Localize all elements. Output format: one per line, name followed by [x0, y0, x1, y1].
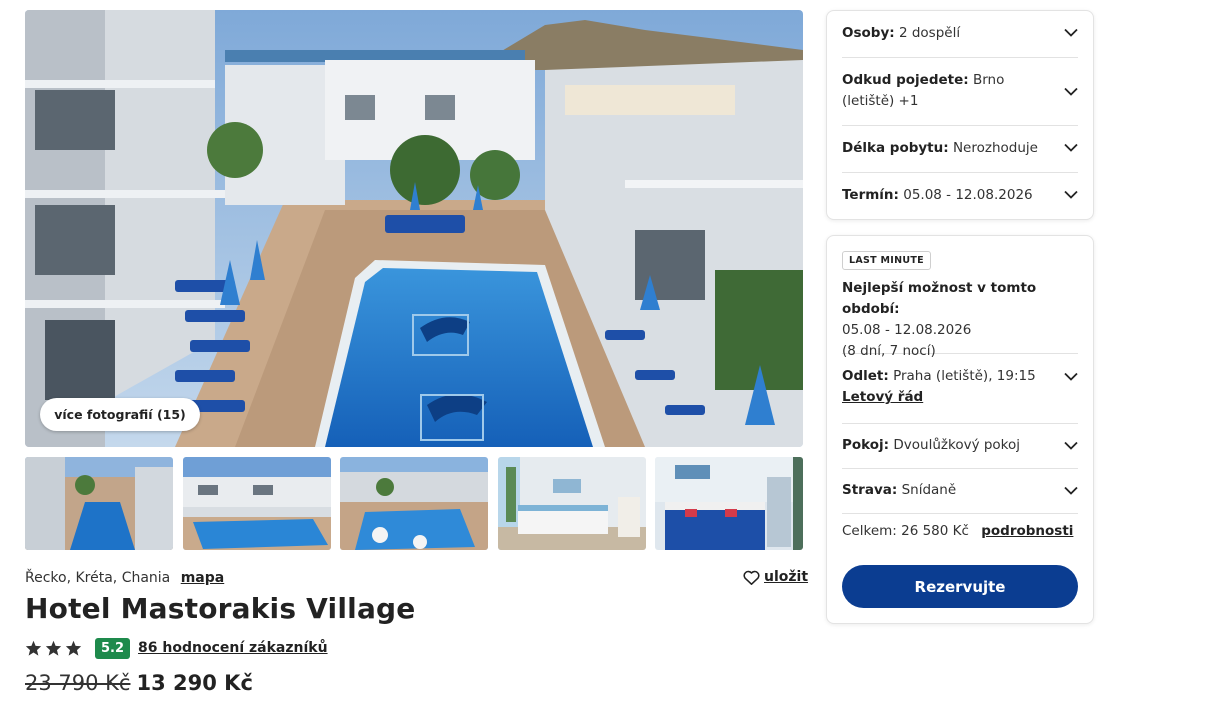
persons-value: 2 dospělí — [898, 25, 961, 41]
hotel-pool-photo — [25, 10, 803, 447]
chevron-down-icon — [1064, 486, 1078, 495]
chevron-down-icon — [1064, 87, 1078, 96]
total-price: Celkem: 26 580 Kč podrobnosti — [842, 523, 1073, 539]
chevron-down-icon — [1064, 372, 1078, 381]
room-value: Dvoulůžkový pokoj — [893, 437, 1021, 453]
flight-label: Odlet: — [842, 368, 889, 384]
hotel-name: Hotel Mastorakis Village — [25, 592, 416, 625]
term-value: 05.08 - 12.08.2026 — [903, 187, 1033, 203]
flight-value: Praha (letiště), 19:15 — [893, 368, 1036, 384]
persons-label: Osoby: — [842, 25, 895, 41]
score-badge: 5.2 — [95, 637, 131, 659]
star-icon — [45, 640, 62, 656]
departure-selector[interactable]: Odkud pojedete: Brno (letiště) +1 — [842, 58, 1078, 126]
thumbnail-room-image — [497, 457, 646, 550]
departure-value-2: (letiště) +1 — [842, 93, 919, 109]
thumbnail-room-image — [655, 457, 803, 550]
thumbnail-1[interactable] — [25, 457, 173, 550]
board-selector[interactable]: Strava: Snídaně — [842, 469, 1078, 514]
thumbnail-4[interactable] — [497, 457, 646, 550]
map-link[interactable]: mapa — [181, 570, 225, 586]
chevron-down-icon — [1064, 190, 1078, 199]
rating-row: 5.2 86 hodnocení zákazníků — [25, 637, 328, 659]
thumbnail-5[interactable] — [655, 457, 803, 550]
chevron-down-icon — [1064, 441, 1078, 450]
offer-card: LAST MINUTE Nejlepší možnost v tomto obd… — [826, 235, 1094, 624]
flight-selector[interactable]: Odlet: Praha (letiště), 19:15 Letový řád — [842, 354, 1078, 424]
departure-value: Brno — [972, 72, 1005, 88]
hotel-location: Řecko, Kréta, Chania mapa — [25, 570, 224, 586]
last-minute-badge: LAST MINUTE — [842, 251, 931, 270]
star-icon — [65, 640, 82, 656]
reviews-link[interactable]: 86 hodnocení zákazníků — [138, 640, 328, 656]
room-label: Pokoj: — [842, 437, 890, 453]
flight-schedule-link[interactable]: Letový řád — [842, 387, 1078, 408]
price-row: 23 790 Kč 13 290 Kč — [25, 671, 253, 695]
location-text: Řecko, Kréta, Chania — [25, 570, 171, 586]
thumbnail-pool-image — [182, 457, 331, 550]
current-price: 13 290 Kč — [136, 671, 253, 695]
length-selector[interactable]: Délka pobytu: Nerozhoduje — [842, 126, 1078, 173]
term-label: Termín: — [842, 187, 899, 203]
main-photo[interactable] — [25, 10, 803, 447]
save-button[interactable]: uložit — [743, 569, 808, 585]
length-value: Nerozhoduje — [952, 140, 1038, 156]
departure-label: Odkud pojedete: — [842, 72, 969, 88]
save-label: uložit — [764, 569, 809, 585]
hotel-stars — [25, 640, 82, 656]
term-selector[interactable]: Termín: 05.08 - 12.08.2026 — [842, 173, 1078, 220]
details-link[interactable]: podrobnosti — [981, 523, 1073, 539]
search-filters-card: Osoby: 2 dospělí Odkud pojedete: Brno (l… — [826, 10, 1094, 220]
room-selector[interactable]: Pokoj: Dvoulůžkový pokoj — [842, 424, 1078, 469]
persons-selector[interactable]: Osoby: 2 dospělí — [842, 11, 1078, 58]
best-offer: Nejlepší možnost v tomto období: 05.08 -… — [842, 278, 1078, 359]
old-price: 23 790 Kč — [25, 671, 131, 695]
offer-dates: 05.08 - 12.08.2026 — [842, 322, 972, 338]
thumbnail-3[interactable] — [340, 457, 488, 550]
more-photos-button[interactable]: více fotografií (15) — [40, 398, 200, 431]
thumbnail-pool-image — [25, 457, 173, 550]
total-label: Celkem: 26 580 Kč — [842, 523, 969, 539]
thumbnail-strip — [25, 457, 803, 550]
chevron-down-icon — [1064, 28, 1078, 37]
star-icon — [25, 640, 42, 656]
length-label: Délka pobytu: — [842, 140, 949, 156]
heart-icon — [743, 570, 760, 585]
board-label: Strava: — [842, 482, 898, 498]
thumbnail-2[interactable] — [182, 457, 331, 550]
best-offer-label: Nejlepší možnost v tomto období: — [842, 280, 1037, 317]
chevron-down-icon — [1064, 143, 1078, 152]
book-button[interactable]: Rezervujte — [842, 565, 1078, 608]
thumbnail-pool-image — [340, 457, 488, 550]
board-value: Snídaně — [901, 482, 957, 498]
